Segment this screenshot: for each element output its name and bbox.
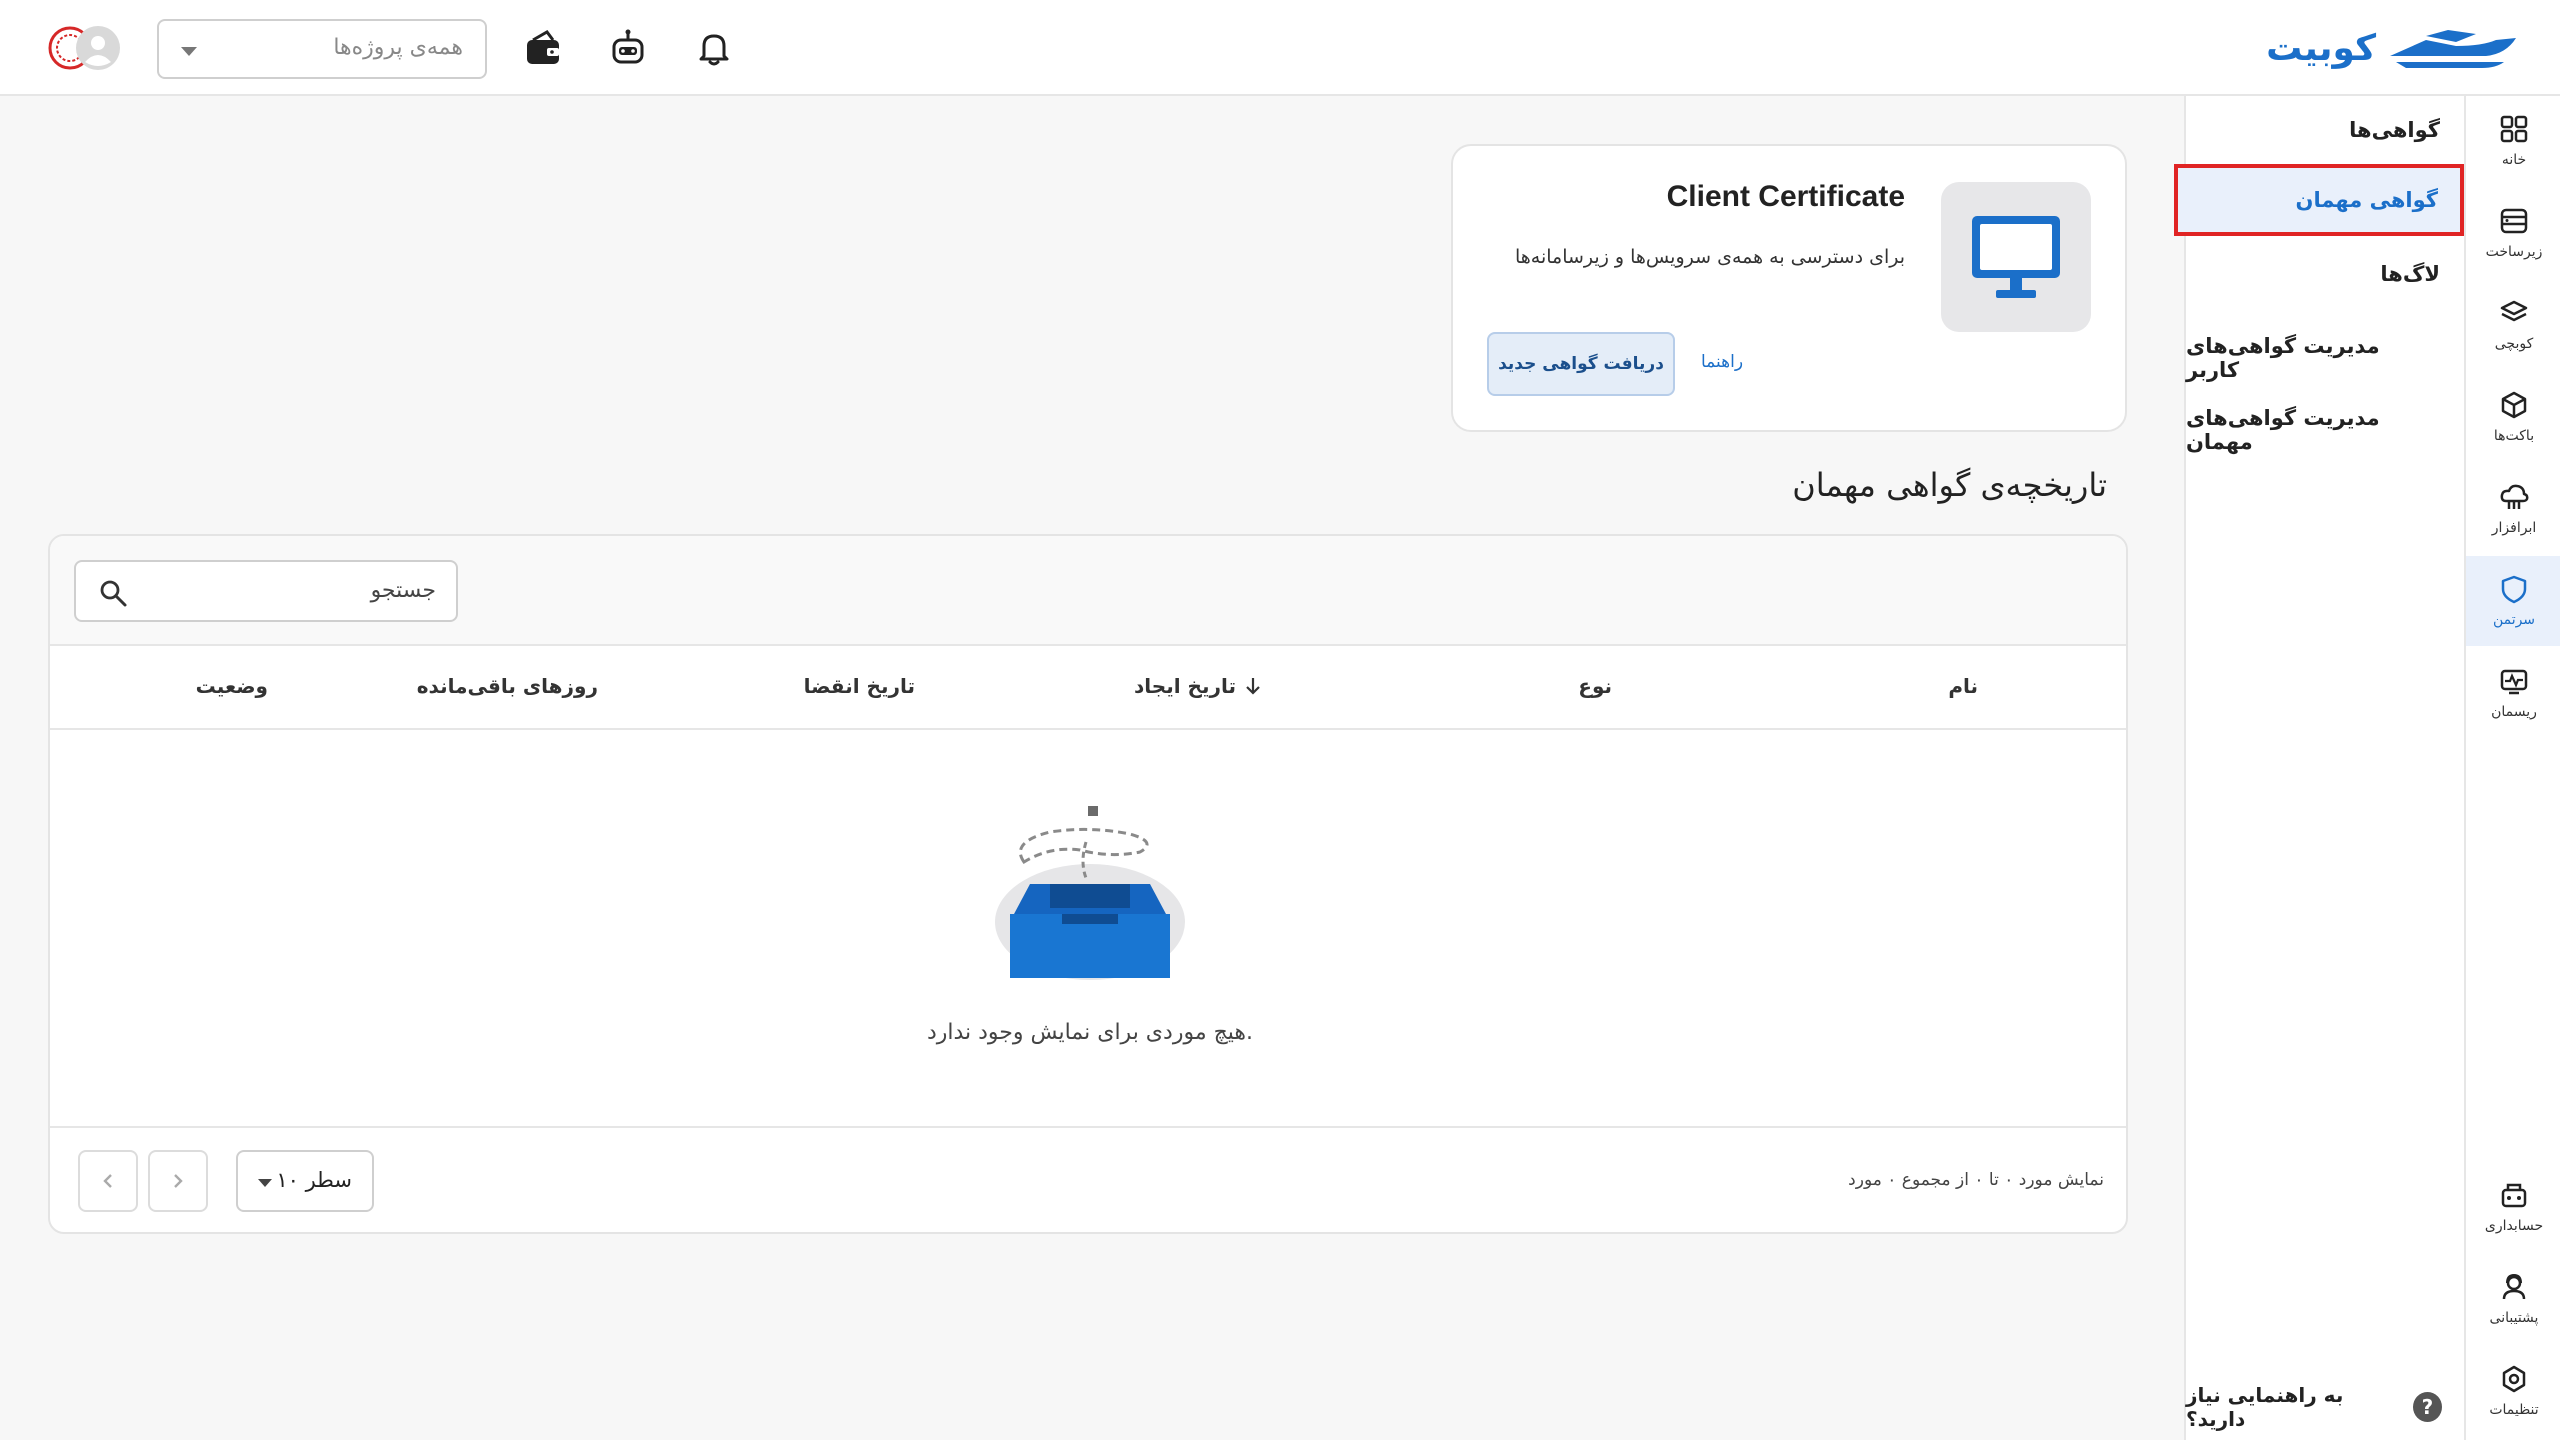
table-toolbar: جستجو [50, 536, 2126, 646]
empty-box-icon [995, 806, 1185, 980]
ship-logo-icon [2390, 30, 2516, 68]
sub-nav-panel: گواهی‌ها گواهی مهمان لاگ‌ها مدیریت گواهی… [2174, 96, 2464, 1440]
cert-title: Client Certificate [1666, 180, 1905, 213]
nav-item-settings[interactable]: تنظیمات [2466, 1346, 2560, 1436]
project-select[interactable]: همه‌ی پروژه‌ها [157, 19, 487, 79]
search-icon [100, 580, 127, 607]
nav-item-sertman[interactable]: سرتمن [2466, 556, 2560, 646]
support-icon [2502, 1273, 2526, 1300]
project-select-value: همه‌ی پروژه‌ها [333, 35, 463, 60]
search-placeholder: جستجو [370, 578, 436, 603]
bell-icon[interactable] [694, 28, 734, 68]
nav-item-label: ابرافزار [2491, 520, 2537, 536]
nav-item-label: باکت‌ها [2493, 428, 2535, 444]
layers-icon [2500, 300, 2528, 322]
subnav-item-label: گواهی مهمان [2295, 188, 2438, 212]
grid-icon [2500, 115, 2528, 143]
nav-item-label: ریسمان [2491, 704, 2537, 720]
nav-item-label: سرتمن [2492, 612, 2536, 628]
brand-logo[interactable]: کوبیت [2266, 22, 2520, 74]
search-input[interactable]: جستجو [74, 560, 458, 622]
subnav-item-guest-cert-management[interactable]: مدیریت گواهی‌های مهمان [2186, 406, 2440, 454]
rows-per-page-value: ۱۰ سطر [276, 1168, 352, 1192]
chevron-down-icon [258, 1179, 272, 1187]
chevron-down-icon [181, 47, 197, 56]
nav-item-label: پشتیبانی [2489, 1310, 2539, 1326]
accounting-icon [2501, 1183, 2527, 1208]
brand-name: کوبیت [2266, 27, 2376, 69]
rows-per-page-select[interactable]: ۱۰ سطر [236, 1150, 374, 1212]
table-footer: ۱۰ سطر نمایش مورد ۰ تا ۰ از مجموع ۰ مورد [50, 1126, 2126, 1232]
column-header-days-left[interactable]: روزهای باقی‌مانده [417, 674, 598, 698]
column-header-status[interactable]: وضعیت [196, 674, 268, 698]
nav-item-label: تنظیمات [2489, 1402, 2539, 1418]
settings-icon [2502, 1365, 2526, 1393]
get-new-certificate-button[interactable]: دریافت گواهی جدید [1487, 332, 1675, 396]
next-page-button[interactable] [148, 1150, 208, 1212]
chevron-left-icon [103, 1174, 112, 1188]
subnav-item-user-cert-management[interactable]: مدیریت گواهی‌های کاربر [2186, 334, 2440, 382]
column-header-expiry[interactable]: تاریخ انقضا [804, 674, 915, 698]
cert-description: برای دسترسی به همه‌ی سرویس‌ها و زیرسامان… [1514, 246, 1905, 268]
wallet-icon[interactable] [523, 28, 563, 68]
nav-item-infrastructure[interactable]: زیرساخت [2466, 188, 2560, 278]
nav-item-risman[interactable]: ریسمان [2466, 648, 2560, 738]
nav-item-cloud-apps[interactable]: ابرافزار [2466, 464, 2560, 554]
monitor-pulse-icon [2500, 669, 2528, 695]
arrow-down-icon [1246, 678, 1260, 695]
server-icon [2500, 208, 2528, 234]
column-header-type[interactable]: نوع [1578, 674, 1612, 698]
help-link[interactable]: به راهنمایی نیاز دارید؟ ? [2186, 1383, 2442, 1431]
client-certificate-card: Client Certificate برای دسترسی به همه‌ی … [1451, 144, 2127, 432]
history-table-card: جستجو نام نوع تاریخ ایجاد تاریخ انقضا رو… [48, 534, 2128, 1234]
top-bar: کوبیت همه‌ی پروژه‌ها [0, 0, 2560, 96]
cert-icon-box [1941, 182, 2091, 332]
subnav-item-certificates[interactable]: گواهی‌ها [2349, 118, 2440, 142]
shield-icon [2501, 575, 2527, 604]
column-header-name[interactable]: نام [1948, 674, 1978, 698]
column-header-label: تاریخ ایجاد [1134, 674, 1236, 698]
robot-icon[interactable] [608, 28, 648, 68]
table-header: نام نوع تاریخ ایجاد تاریخ انقضا روزهای ب… [50, 646, 2126, 730]
history-title: تاریخچه‌ی گواهی مهمان [1792, 466, 2107, 504]
empty-state-message: هیچ موردی برای نمایش وجود ندارد. [926, 1020, 1254, 1045]
nav-item-buckets[interactable]: باکت‌ها [2466, 372, 2560, 462]
prev-page-button[interactable] [78, 1150, 138, 1212]
nav-item-home[interactable]: خانه [2466, 96, 2560, 186]
nav-item-accounting[interactable]: حسابداری [2466, 1162, 2560, 1252]
cube-icon [2501, 391, 2527, 419]
nav-item-label: زیرساخت [2485, 244, 2543, 260]
subnav-item-guest-certificate[interactable]: گواهی مهمان [2174, 164, 2464, 236]
nav-item-label: کوبچی [2494, 336, 2534, 352]
nav-item-label: خانه [2501, 152, 2527, 168]
monitor-icon [1972, 216, 2060, 298]
question-icon: ? [2412, 1392, 2442, 1422]
nav-item-kubchi[interactable]: کوبچی [2466, 280, 2560, 370]
subnav-item-logs[interactable]: لاگ‌ها [2380, 262, 2440, 286]
main-nav-rail: خانه زیرساخت کوبچی باکت‌ها ابرافزار سرتم… [2464, 96, 2560, 1440]
help-link-label: به راهنمایی نیاز دارید؟ [2186, 1383, 2344, 1431]
cloud-app-icon [2500, 484, 2529, 509]
nav-item-support[interactable]: پشتیبانی [2466, 1254, 2560, 1344]
pagination-range: نمایش مورد ۰ تا ۰ از مجموع ۰ مورد [1848, 1170, 2104, 1190]
user-avatar-icon[interactable] [48, 24, 122, 72]
guide-link[interactable]: راهنما [1701, 352, 1743, 372]
column-header-created[interactable]: تاریخ ایجاد [1134, 674, 1262, 698]
nav-item-label: حسابداری [2484, 1218, 2544, 1234]
chevron-right-icon [174, 1174, 183, 1188]
